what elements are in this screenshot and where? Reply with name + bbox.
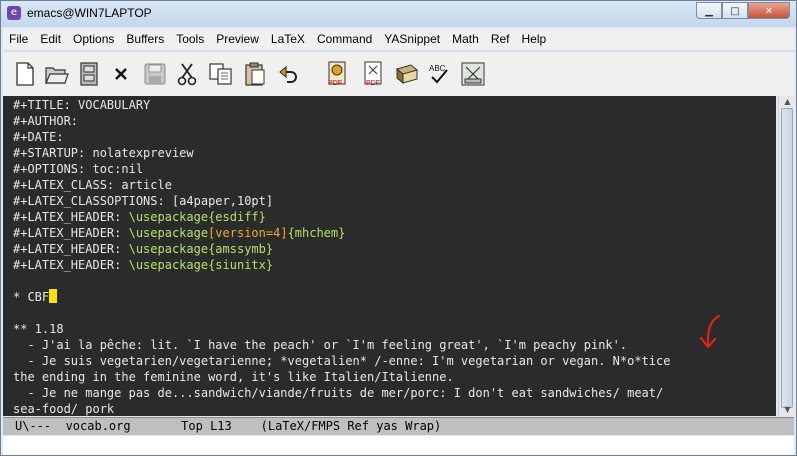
window-controls: ▁ □ ✕ [696,2,790,20]
scrollbar-thumb[interactable] [781,108,793,408]
editor-line-heading-cbf: * CBF [13,289,58,305]
menu-file[interactable]: File [3,29,34,49]
menu-latex[interactable]: LaTeX [265,29,311,49]
package-arg: {siunitx} [208,258,274,272]
title-bar[interactable]: e emacs@WIN7LAPTOP ▁ □ ✕ [1,1,796,27]
menu-edit[interactable]: Edit [34,29,67,49]
editor-line-header-esdiff: #+LATEX_HEADER: \usepackage{esdiff} [13,209,266,225]
editor-line-date: #+DATE: [13,130,64,144]
header-prefix: #+LATEX_HEADER: [13,210,129,224]
menu-buffers[interactable]: Buffers [120,29,170,49]
heading-text: * CBF [13,290,50,304]
menu-options[interactable]: Options [67,29,120,49]
menu-yasnippet[interactable]: YASnippet [378,29,446,49]
package-arg: {mhchem} [287,226,346,240]
editor-line-title: #+TITLE: VOCABULARY [13,98,151,112]
window-title: emacs@WIN7LAPTOP [27,6,152,20]
emacs-icon: e [7,6,21,20]
undo-icon[interactable] [277,62,301,86]
editor-line-options: #+OPTIONS: toc:nil [13,162,144,176]
close-buffer-icon[interactable] [109,62,133,86]
menu-preview[interactable]: Preview [210,29,265,49]
paste-icon[interactable] [243,62,267,86]
menu-bar: File Edit Options Buffers Tools Preview … [3,29,794,49]
header-prefix: #+LATEX_HEADER: [13,258,129,272]
pdf-icon[interactable]: PDF [361,61,385,87]
editor-line-subheading: ** 1.18 [13,322,64,336]
new-file-icon[interactable] [13,62,37,86]
editor-line-header-amssymb: #+LATEX_HEADER: \usepackage{amssymb} [13,241,273,257]
menu-tools[interactable]: Tools [170,29,210,49]
usepackage-keyword: \usepackage [128,242,209,256]
editor-line-item-2-cont: the ending in the feminine word, it's li… [13,370,454,384]
open-folder-icon[interactable] [45,62,69,86]
minimize-button[interactable]: ▁ [696,2,722,19]
copy-icon[interactable] [209,62,233,86]
cut-icon[interactable] [175,62,199,86]
vertical-scrollbar[interactable]: ▲ ▼ [778,96,796,416]
editor-line-header-siunitx: #+LATEX_HEADER: \usepackage{siunitx} [13,257,273,273]
close-button[interactable]: ✕ [748,2,790,19]
emacs-window: e emacs@WIN7LAPTOP ▁ □ ✕ File Edit Optio… [0,0,797,456]
editor-line-item-3: - Je ne mange pas de...sandwich/viande/f… [13,386,664,400]
text-cursor [49,289,58,303]
header-prefix: #+LATEX_HEADER: [13,242,129,256]
save-icon[interactable] [143,62,167,86]
scroll-up-icon[interactable]: ▲ [779,96,796,108]
package-arg: {esdiff} [208,210,266,224]
menu-ref[interactable]: Ref [485,29,516,49]
spellcheck-label: ABC [429,64,446,73]
editor-buffer[interactable]: #+TITLE: VOCABULARY #+AUTHOR: #+DATE: #+… [3,96,776,416]
menu-command[interactable]: Command [311,29,378,49]
editor-line-classoptions: #+LATEX_CLASSOPTIONS: [a4paper,10pt] [13,194,274,208]
cabinet-icon[interactable] [77,62,101,86]
pdf-preview-icon[interactable]: PDF [325,61,349,87]
usepackage-keyword: \usepackage [128,226,209,240]
menu-math[interactable]: Math [446,29,485,49]
header-prefix: #+LATEX_HEADER: [13,226,129,240]
editor-line-item-1: - J'ai la pêche: lit. `I have the peach'… [13,338,628,352]
package-option: [version=4] [208,226,288,240]
menu-help[interactable]: Help [516,29,553,49]
scroll-down-icon[interactable]: ▼ [779,404,796,416]
editor-line-item-2: - Je suis vegetarien/vegetarienne; *vege… [13,354,671,368]
mode-line: U\--- vocab.org Top L13 (LaTeX/FMPS Ref … [3,417,794,435]
usepackage-keyword: \usepackage [128,258,209,272]
usepackage-keyword: \usepackage [128,210,209,224]
spellcheck-icon[interactable]: ABC [427,62,451,86]
pdf-label: PDF [328,80,342,87]
package-arg: {amssymb} [208,242,274,256]
red-arrow-annotation [699,314,721,349]
maximize-button[interactable]: □ [722,2,748,19]
editor-line-author: #+AUTHOR: [13,114,79,128]
editor-line-item-3-cont: sea-food/ pork [13,402,115,416]
editor-line-startup: #+STARTUP: nolatexpreview [13,146,194,160]
toolbar: PDF PDF ABC [3,51,794,96]
editor-line-header-mhchem: #+LATEX_HEADER: \usepackage[version=4]{m… [13,225,345,241]
minibuffer[interactable] [3,436,794,455]
pdf-label-2: PDF [366,80,380,87]
editor-line-latex-class: #+LATEX_CLASS: article [13,178,172,192]
latex-edit-icon[interactable] [461,62,485,86]
book-icon[interactable] [395,62,419,86]
